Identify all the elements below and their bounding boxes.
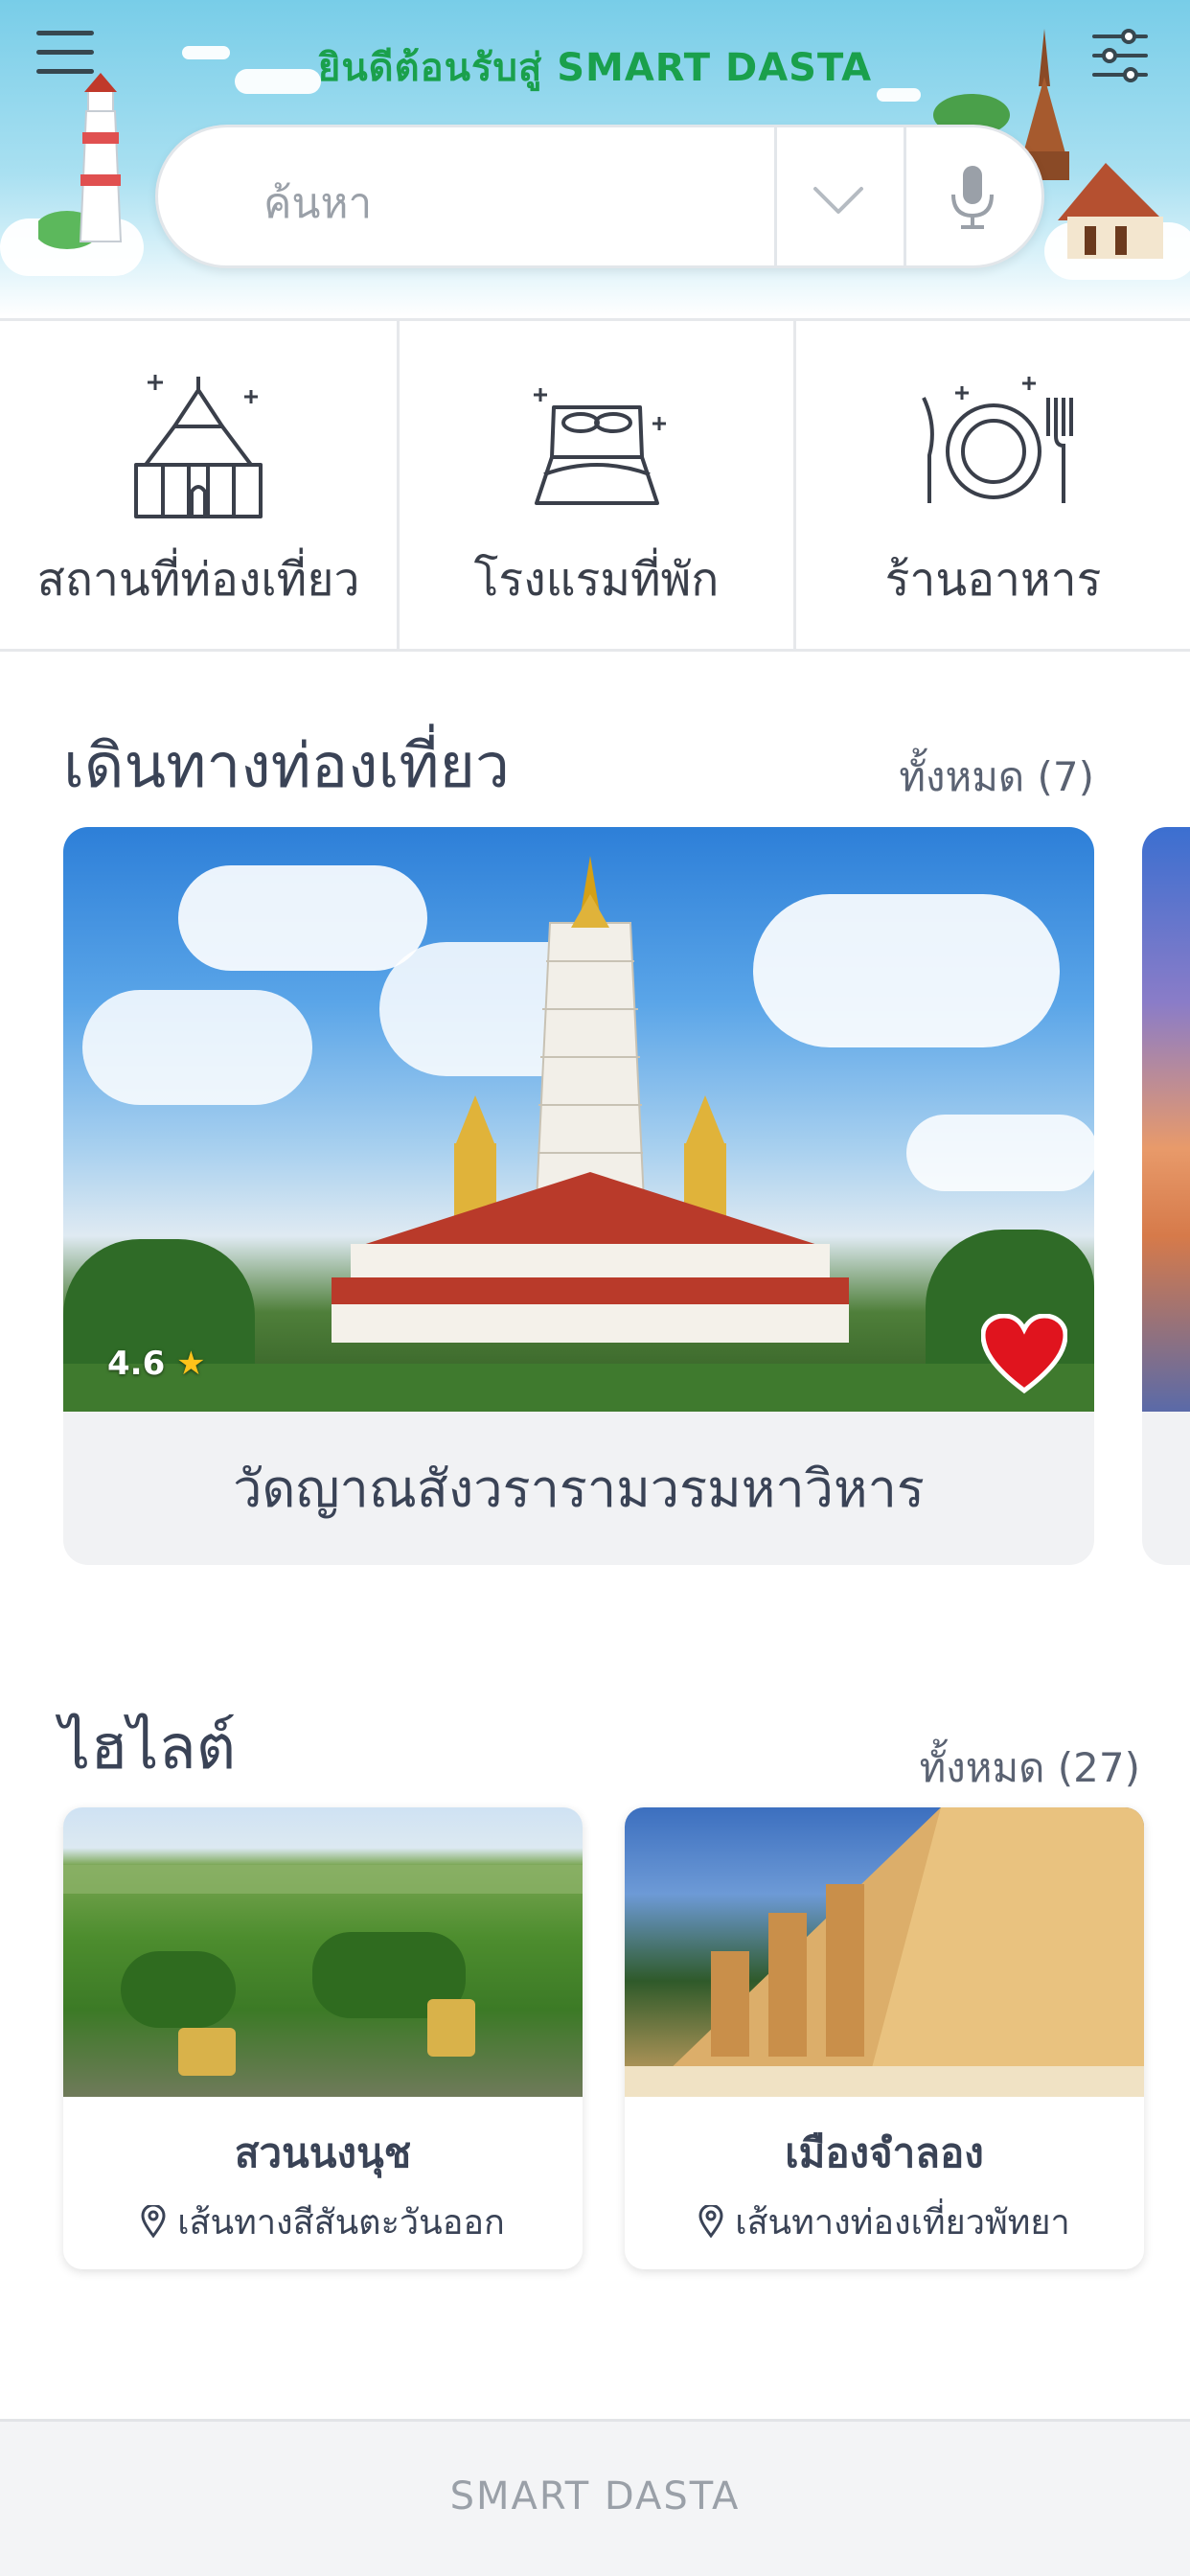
plate-cutlery-icon — [921, 377, 1073, 503]
highlight-name: สวนนงนุช — [234, 2129, 412, 2176]
welcome-title: ยินดีต้อนรับสู่ SMART DASTA — [317, 46, 873, 90]
category-hotels[interactable]: โรงแรมที่พัก — [397, 321, 793, 649]
featured-trip-card[interactable]: 4.6 ★ วัดญาณสังวรารามวรมหาวิหาร — [63, 827, 1094, 1565]
highlight-route-text: เส้นทางสีสันตะวันออก — [177, 2203, 505, 2242]
next-trip-card-peek[interactable] — [1142, 827, 1190, 1565]
search-divider — [774, 127, 777, 265]
category-attractions[interactable]: สถานที่ท่องเที่ยว — [0, 321, 397, 649]
featured-trip-name: วัดญาณสังวรารามวรมหาวิหาร — [233, 1459, 925, 1519]
sliders-icon — [1092, 29, 1148, 82]
app-header: ยินดีต้อนรับสู่ SMART DASTA ค้นหา — [0, 0, 1190, 316]
favorite-heart-icon[interactable] — [981, 1314, 1067, 1394]
rating-value: 4.6 — [107, 1345, 166, 1383]
next-trip-image — [1142, 827, 1190, 1412]
category-label: ร้านอาหาร — [884, 553, 1102, 607]
temple-icon — [134, 375, 263, 518]
star-icon: ★ — [176, 1345, 206, 1383]
highlight-route: เส้นทางสีสันตะวันออก — [63, 2195, 583, 2249]
filter-settings-button[interactable] — [1092, 29, 1148, 82]
highlight-route-text: เส้นทางท่องเที่ยวพัทยา — [735, 2203, 1070, 2242]
rating-badge: 4.6 ★ — [107, 1345, 206, 1383]
category-label: โรงแรมที่พัก — [473, 553, 720, 607]
app-footer: SMART DASTA — [0, 2419, 1190, 2576]
search-divider — [904, 127, 906, 265]
category-bar: สถานที่ท่องเที่ยว โรงแรมที่พัก ร้านอาหาร — [0, 318, 1190, 652]
highlight-card[interactable]: เมืองจำลอง เส้นทางท่องเที่ยวพัทยา — [625, 1807, 1144, 2269]
category-label: สถานที่ท่องเที่ยว — [36, 553, 360, 607]
search-bar[interactable]: ค้นหา — [155, 125, 1044, 268]
search-input[interactable]: ค้นหา — [263, 170, 372, 237]
chevron-down-icon[interactable] — [810, 170, 867, 227]
microphone-icon[interactable] — [944, 164, 1001, 231]
featured-trip-image: 4.6 ★ — [63, 827, 1094, 1412]
highlights-section-title: ไฮไลต์ — [59, 1713, 237, 1783]
highlights-see-all-link[interactable]: ทั้งหมด (27) — [920, 1736, 1140, 1800]
highlight-name: เมืองจำลอง — [785, 2129, 984, 2176]
trips-see-all-link[interactable]: ทั้งหมด (7) — [899, 746, 1094, 809]
highlight-card[interactable]: สวนนงนุช เส้นทางสีสันตะวันออก — [63, 1807, 583, 2269]
highlight-image — [625, 1807, 1144, 2097]
location-pin-icon — [141, 2203, 166, 2239]
bed-icon — [533, 388, 666, 505]
highlight-route: เส้นทางท่องเที่ยวพัทยา — [625, 2195, 1144, 2249]
highlight-image — [63, 1807, 583, 2097]
category-restaurants[interactable]: ร้านอาหาร — [793, 321, 1190, 649]
location-pin-icon — [698, 2203, 723, 2239]
trips-section-title: เดินทางท่องเที่ยว — [63, 731, 510, 802]
